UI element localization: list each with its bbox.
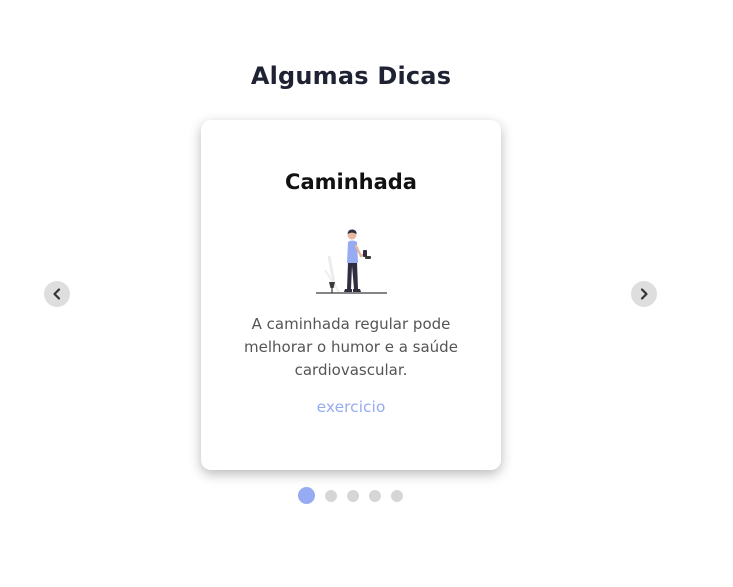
carousel-prev-button[interactable] xyxy=(44,281,70,307)
person-walking-illustration xyxy=(316,229,387,294)
card-description: A caminhada regular pode melhorar o humo… xyxy=(244,315,458,379)
chevron-left-icon xyxy=(53,288,61,300)
pagination-dot[interactable] xyxy=(391,489,403,502)
pagination-dot[interactable] xyxy=(347,489,359,502)
tip-card: Caminhada A caminhada regular pode melho… xyxy=(201,120,501,470)
pagination-dot[interactable] xyxy=(369,489,381,502)
tips-section: Algumas Dicas Caminhada A caminhada regu… xyxy=(0,0,733,587)
carousel-next-button[interactable] xyxy=(631,281,657,307)
pagination-dot[interactable] xyxy=(325,489,337,502)
chevron-right-icon xyxy=(640,288,648,300)
section-title: Algumas Dicas xyxy=(250,62,452,90)
pagination-dot[interactable] xyxy=(298,487,315,504)
card-title: Caminhada xyxy=(285,170,417,194)
card-tag-link[interactable]: exercicio xyxy=(201,398,501,416)
